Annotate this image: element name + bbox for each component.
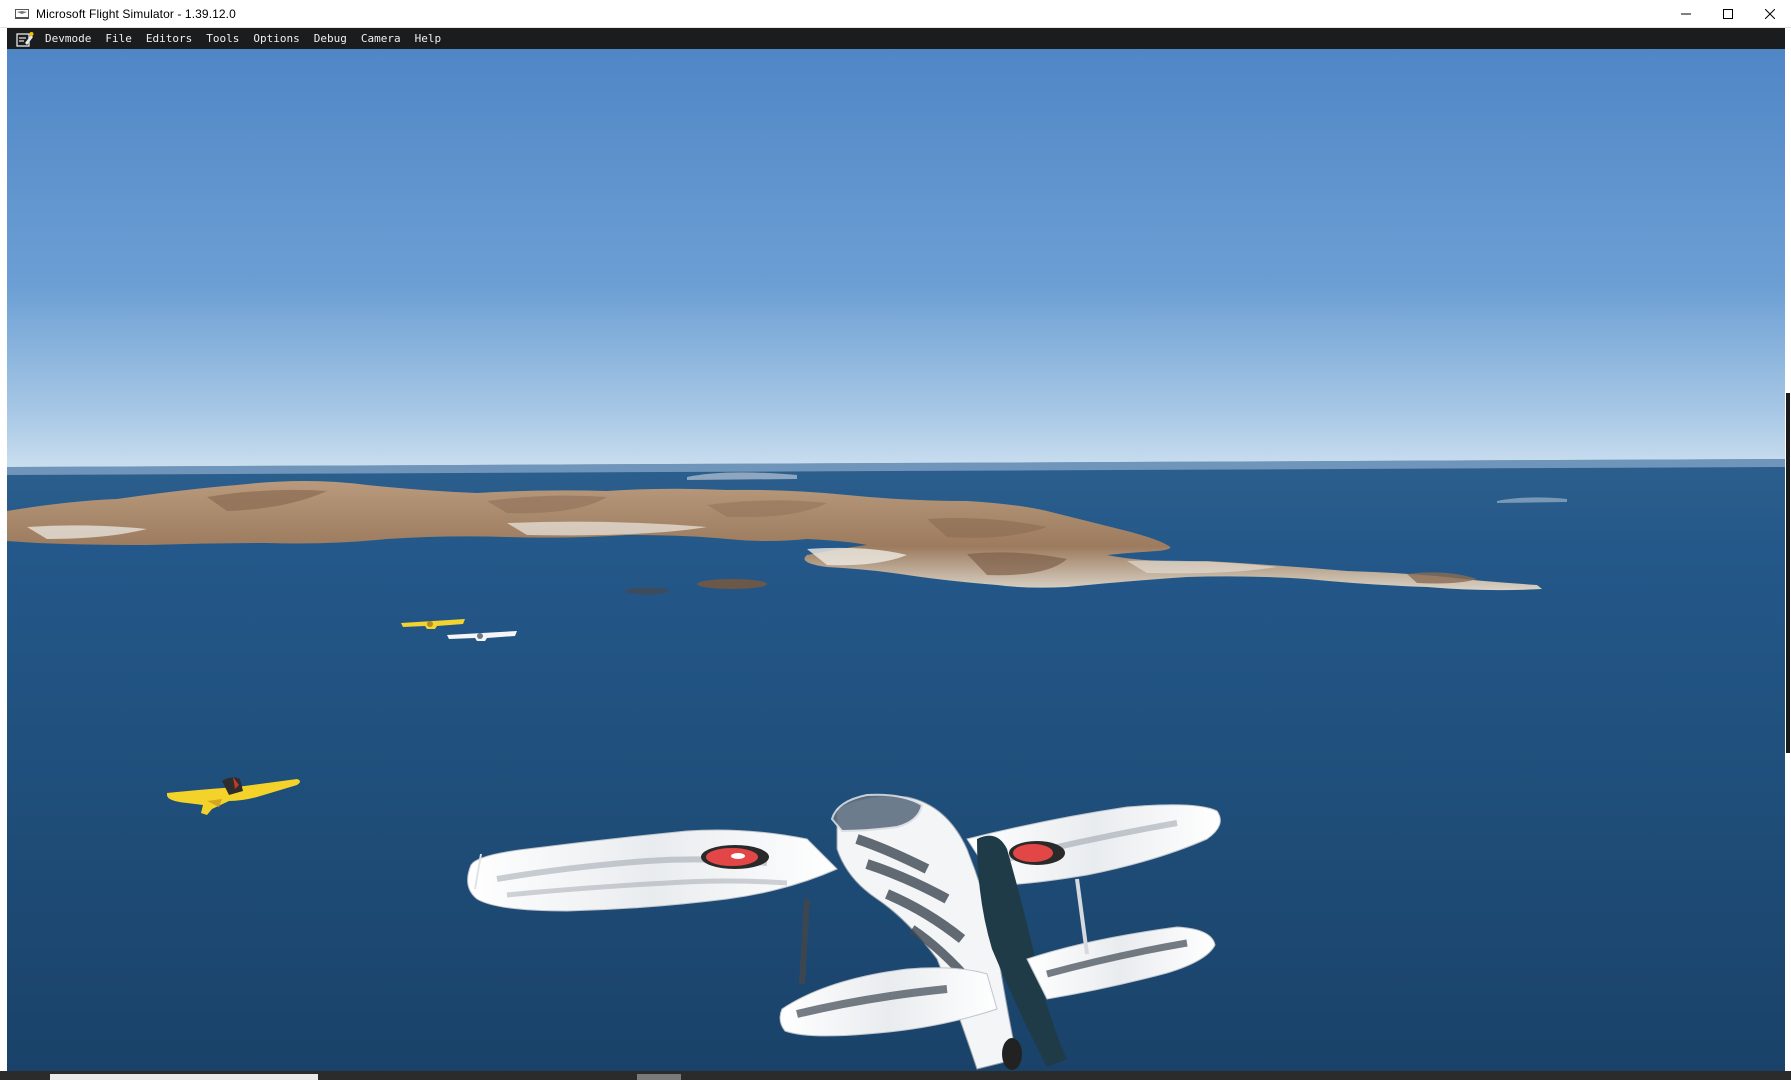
sky	[7, 49, 1785, 481]
app-icon	[14, 7, 30, 21]
simulator-viewport[interactable]	[7, 49, 1785, 1071]
menu-editors[interactable]: Editors	[139, 28, 199, 49]
maximize-button[interactable]	[1707, 0, 1749, 28]
window-title: Microsoft Flight Simulator - 1.39.12.0	[36, 6, 236, 21]
scene	[7, 49, 1785, 1071]
taskbar-item[interactable]	[637, 1074, 681, 1080]
menu-options[interactable]: Options	[246, 28, 306, 49]
bottom-taskbar	[0, 1071, 1791, 1080]
menu-tools[interactable]: Tools	[199, 28, 246, 49]
close-button[interactable]	[1749, 0, 1791, 28]
menu-camera[interactable]: Camera	[354, 28, 408, 49]
menu-help[interactable]: Help	[408, 28, 449, 49]
minimize-icon	[1681, 13, 1691, 15]
scrollbar-thumb[interactable]	[1786, 393, 1790, 753]
close-icon	[1765, 9, 1775, 19]
window-controls	[1665, 0, 1791, 28]
taskbar-item[interactable]	[50, 1074, 318, 1080]
minimize-button[interactable]	[1665, 0, 1707, 28]
maximize-icon	[1723, 9, 1733, 19]
devmode-icon[interactable]	[16, 31, 34, 47]
window-titlebar[interactable]: Microsoft Flight Simulator - 1.39.12.0	[0, 0, 1791, 28]
menu-file[interactable]: File	[98, 28, 139, 49]
menu-debug[interactable]: Debug	[307, 28, 354, 49]
devmode-menubar: Devmode File Editors Tools Options Debug…	[7, 28, 1785, 49]
right-edge-scrollbar[interactable]	[1785, 28, 1791, 1071]
menu-devmode[interactable]: Devmode	[38, 28, 98, 49]
